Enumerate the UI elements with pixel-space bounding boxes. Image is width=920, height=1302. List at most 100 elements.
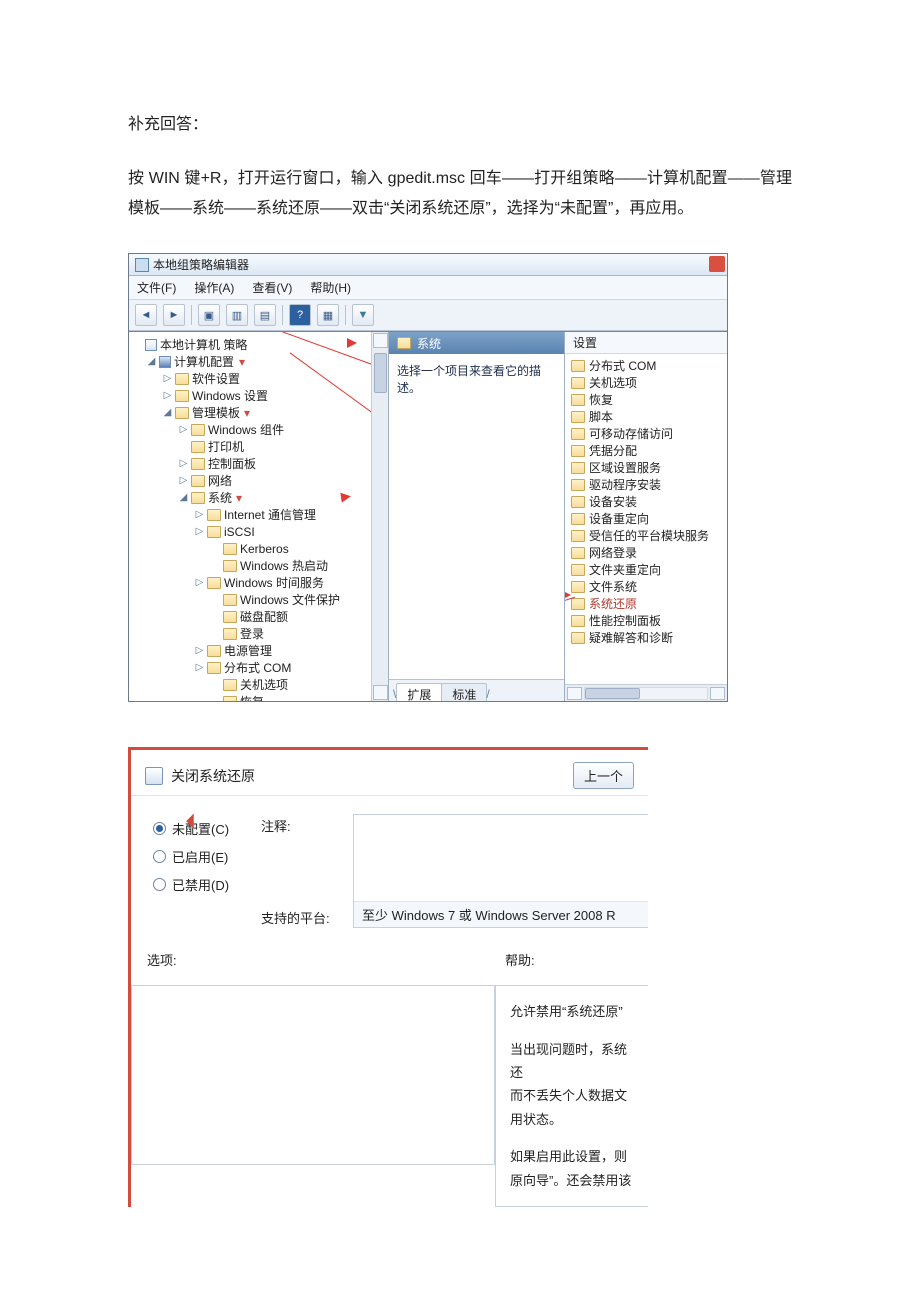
- scroll-track[interactable]: [584, 687, 708, 700]
- mmc-icon: [135, 258, 149, 272]
- folder-icon: [191, 458, 205, 470]
- folder-icon: [571, 377, 585, 389]
- content-header-text: 系统: [417, 335, 441, 352]
- previous-button[interactable]: 上一个: [573, 762, 634, 789]
- list-item[interactable]: 关机选项: [571, 374, 721, 391]
- help-panel: 允许禁用“系统还原” 当出现问题时，系统还 而不丢失个人数据文 用状态。 如果启…: [495, 985, 648, 1207]
- help-line: 原向导”。还会禁用该: [510, 1169, 634, 1192]
- tree-internet-comm[interactable]: ▷Internet 通信管理: [133, 506, 371, 523]
- list-item[interactable]: 设备重定向: [571, 510, 721, 527]
- radio-enabled[interactable]: 已启用(E): [153, 842, 261, 870]
- show-hide-button[interactable]: ▥: [226, 304, 248, 326]
- folder-icon: [571, 445, 585, 457]
- list-item[interactable]: 恢复: [571, 391, 721, 408]
- tab-standard[interactable]: 标准: [441, 683, 487, 701]
- list-item[interactable]: 设备安装: [571, 493, 721, 510]
- tree-pane: 本地计算机 策略 ◢计算机配置▾ ▷软件设置 ▷Windows 设置 ◢管理模板…: [129, 332, 389, 701]
- list-item[interactable]: 区域设置服务: [571, 459, 721, 476]
- tree-printer[interactable]: 打印机: [133, 438, 371, 455]
- list-item[interactable]: 受信任的平台模块服务: [571, 527, 721, 544]
- list-item[interactable]: 脚本: [571, 408, 721, 425]
- platform-label: 支持的平台:: [261, 872, 353, 928]
- tree-iscsi[interactable]: ▷iSCSI: [133, 523, 371, 540]
- folder-icon: [571, 360, 585, 372]
- scroll-thumb[interactable]: [374, 353, 387, 393]
- tree-win-fileprot[interactable]: Windows 文件保护: [133, 591, 371, 608]
- toolbar: ◄ ► ▣ ▥ ▤ ? ▦ ▼: [129, 300, 727, 331]
- list-item[interactable]: 文件系统: [571, 578, 721, 595]
- radio-icon: [153, 878, 166, 891]
- intro-title: 补充回答：: [128, 110, 792, 134]
- forward-button[interactable]: ►: [163, 304, 185, 326]
- window-titlebar[interactable]: 本地组策略编辑器: [129, 254, 727, 276]
- tree-network[interactable]: ▷网络: [133, 472, 371, 489]
- description-hint: 选择一个项目来查看它的描述。: [389, 354, 564, 679]
- scroll-up-icon[interactable]: [373, 333, 388, 348]
- properties-button[interactable]: ▦: [317, 304, 339, 326]
- scroll-thumb[interactable]: [585, 688, 640, 699]
- comment-field[interactable]: [354, 815, 648, 901]
- scroll-right-icon[interactable]: [710, 687, 725, 700]
- tree-logon[interactable]: 登录: [133, 625, 371, 642]
- settings-list-pane: 设置 分布式 COM 关机选项 恢复 脚本 可移动存储访问 凭据分配 区域设置服…: [565, 332, 727, 701]
- scroll-left-icon[interactable]: [567, 687, 582, 700]
- tree-computer-config[interactable]: ◢计算机配置▾: [133, 353, 371, 370]
- help-button[interactable]: ?: [289, 304, 311, 326]
- help-line: 当出现问题时，系统还: [510, 1038, 634, 1085]
- menu-action[interactable]: 操作(A): [194, 279, 234, 296]
- list-item[interactable]: 文件夹重定向: [571, 561, 721, 578]
- help-line: 用状态。: [510, 1108, 634, 1131]
- list-item[interactable]: 疑难解答和诊断: [571, 629, 721, 646]
- menu-file[interactable]: 文件(F): [137, 279, 176, 296]
- folder-icon: [223, 543, 237, 555]
- menu-help[interactable]: 帮助(H): [310, 279, 351, 296]
- back-button[interactable]: ◄: [135, 304, 157, 326]
- tree-power-mgmt[interactable]: ▷电源管理: [133, 642, 371, 659]
- tree-win-time[interactable]: ▷Windows 时间服务: [133, 574, 371, 591]
- folder-icon: [175, 390, 189, 402]
- tree-shutdown-opts[interactable]: 关机选项: [133, 676, 371, 693]
- list-item[interactable]: 网络登录: [571, 544, 721, 561]
- menu-view[interactable]: 查看(V): [252, 279, 292, 296]
- tree-recovery[interactable]: 恢复: [133, 693, 371, 701]
- list-item[interactable]: 可移动存储访问: [571, 425, 721, 442]
- list-item[interactable]: 凭据分配: [571, 442, 721, 459]
- list-item[interactable]: 分布式 COM: [571, 357, 721, 374]
- options-label: 选项:: [141, 948, 495, 975]
- list-column-header[interactable]: 设置: [565, 332, 727, 354]
- list-item[interactable]: 性能控制面板: [571, 612, 721, 629]
- tree-win-hotstart[interactable]: Windows 热启动: [133, 557, 371, 574]
- up-button[interactable]: ▣: [198, 304, 220, 326]
- help-line: 如果启用此设置，则: [510, 1145, 634, 1168]
- tab-extended[interactable]: 扩展: [396, 683, 442, 701]
- gear-icon: [145, 767, 163, 785]
- tree-windows-components[interactable]: ▷Windows 组件: [133, 421, 371, 438]
- tree-scrollbar[interactable]: [371, 332, 388, 701]
- folder-icon: [571, 615, 585, 627]
- tree-admin-templates[interactable]: ◢管理模板▾: [133, 404, 371, 421]
- scroll-down-icon[interactable]: [373, 685, 388, 700]
- tree-windows-settings[interactable]: ▷Windows 设置: [133, 387, 371, 404]
- horizontal-scrollbar[interactable]: [565, 684, 727, 701]
- separator: [282, 305, 283, 325]
- folder-icon: [207, 577, 221, 589]
- close-icon[interactable]: [709, 256, 725, 272]
- computer-icon: [159, 356, 171, 368]
- folder-icon: [571, 530, 585, 542]
- radio-group: ◣ 未配置(C) 已启用(E) 已禁用(D): [153, 814, 261, 928]
- description-pane: 系统 选择一个项目来查看它的描述。 \ 扩展 标准 /: [389, 332, 565, 701]
- tree-control-panel[interactable]: ▷控制面板: [133, 455, 371, 472]
- list-item[interactable]: 驱动程序安装: [571, 476, 721, 493]
- radio-icon: [153, 850, 166, 863]
- tree-disk-quota[interactable]: 磁盘配额: [133, 608, 371, 625]
- export-button[interactable]: ▤: [254, 304, 276, 326]
- folder-icon: [191, 475, 205, 487]
- list-item-sysrestore[interactable]: 系统还原: [571, 595, 721, 612]
- tree-dcom[interactable]: ▷分布式 COM: [133, 659, 371, 676]
- tree-kerberos[interactable]: Kerberos: [133, 540, 371, 557]
- radio-disabled[interactable]: 已禁用(D): [153, 870, 261, 898]
- tree-system[interactable]: ◢系统▾: [133, 489, 371, 506]
- gpedit-window: 本地组策略编辑器 文件(F) 操作(A) 查看(V) 帮助(H) ◄ ► ▣ ▥…: [128, 253, 728, 702]
- filter-button[interactable]: ▼: [352, 304, 374, 326]
- radio-not-configured[interactable]: 未配置(C): [153, 814, 261, 842]
